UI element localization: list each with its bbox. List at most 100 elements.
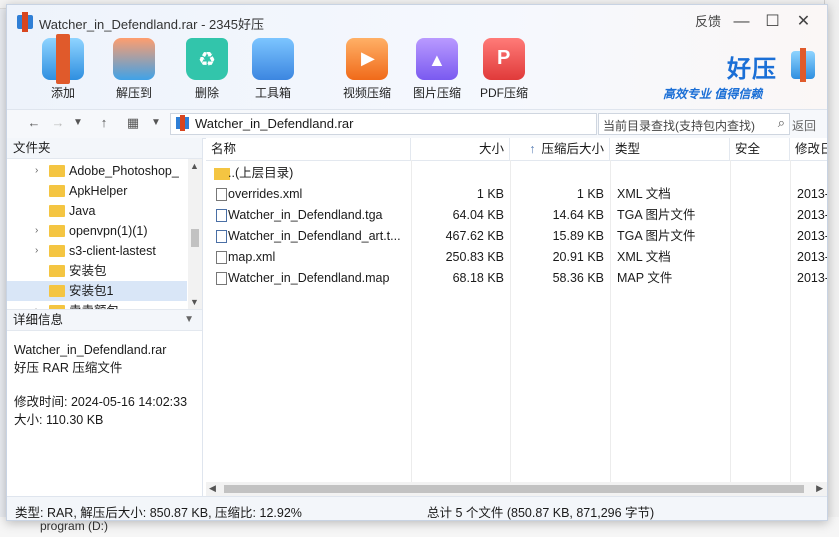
table-row[interactable]: overrides.xml 1 KB 1 KB XML 文档 2013-: [206, 184, 827, 205]
folder-icon: [49, 265, 65, 277]
tree-item-label: Java: [69, 204, 96, 218]
details-header[interactable]: 详细信息 ▼: [7, 309, 202, 331]
close-button[interactable]: ✕: [788, 11, 819, 33]
view-mode-icon[interactable]: ▦: [124, 115, 142, 131]
tree-item[interactable]: › Adobe_Photoshop_: [7, 161, 187, 181]
app-logo-icon: [17, 12, 33, 32]
search-icon[interactable]: ⌕: [778, 115, 785, 131]
forward-arrow-icon[interactable]: →: [49, 115, 67, 130]
table-row[interactable]: Watcher_in_Defendland_art.t... 467.62 KB…: [206, 226, 827, 247]
file-size: 467.62 KB: [445, 229, 504, 243]
file-type: TGA 图片文件: [617, 229, 696, 243]
file-type: TGA 图片文件: [617, 208, 696, 222]
column-size[interactable]: 大小: [411, 138, 510, 160]
scroll-down-icon[interactable]: ▼: [190, 297, 199, 307]
tree-scrollbar[interactable]: ▲ ▼: [188, 159, 202, 309]
brand-icon: [791, 48, 815, 82]
scroll-left-icon[interactable]: ◀: [209, 483, 216, 494]
tree-item-selected[interactable]: 安装包1: [7, 281, 187, 301]
tree-item[interactable]: Java: [7, 201, 187, 221]
folder-icon: [49, 205, 65, 217]
column-modified[interactable]: 修改日: [790, 138, 827, 160]
scroll-right-icon[interactable]: ▶: [816, 483, 823, 494]
toolbox-button[interactable]: 工具箱: [243, 35, 303, 101]
scroll-thumb[interactable]: [191, 229, 199, 247]
column-compressed-label: 压缩后大小: [541, 142, 604, 156]
pdf-compress-label: PDF压缩: [479, 86, 528, 100]
header: Watcher_in_Defendland.rar - 2345好压 反馈 — …: [7, 5, 827, 109]
image-file-icon: [216, 230, 227, 243]
folder-pane-header: 文件夹: [7, 138, 202, 159]
detail-size: 大小: 110.30 KB: [14, 413, 104, 427]
minimize-button[interactable]: —: [726, 11, 757, 33]
file-size: 64.04 KB: [452, 208, 504, 222]
view-dropdown-icon[interactable]: ▼: [147, 117, 165, 128]
column-header-row: 名称 大小 ↑ 压缩后大小 类型 安全 修改日: [206, 138, 827, 161]
status-archive-info: 类型: RAR, 解压后大小: 850.87 KB, 压缩比: 12.92%: [15, 506, 302, 520]
up-folder-icon[interactable]: ↑: [95, 115, 113, 130]
address-path: Watcher_in_Defendland.rar: [195, 116, 354, 131]
tree-item[interactable]: 安装包: [7, 261, 187, 281]
table-row[interactable]: ..(上层目录): [206, 163, 827, 184]
image-compress-button[interactable]: 图片压缩: [407, 35, 467, 101]
folder-tree: › Adobe_Photoshop_ ApkHelper Java › open…: [7, 159, 202, 309]
tree-item[interactable]: ApkHelper: [7, 181, 187, 201]
tree-item[interactable]: › openvpn(1)(1): [7, 221, 187, 241]
app-window: Watcher_in_Defendland.rar - 2345好压 反馈 — …: [6, 4, 828, 521]
file-name: Watcher_in_Defendland.map: [228, 271, 390, 285]
rar-file-icon: [176, 115, 189, 131]
pdf-compress-button[interactable]: PDF压缩: [474, 35, 534, 101]
image-icon: [416, 38, 458, 80]
delete-button[interactable]: 删除: [177, 35, 237, 101]
tree-item[interactable]: › s3-client-lastest: [7, 241, 187, 261]
folder-icon: [49, 185, 65, 197]
extract-button[interactable]: 解压到: [104, 35, 164, 101]
back-arrow-icon[interactable]: ←: [25, 115, 43, 130]
chevron-down-icon[interactable]: ▼: [184, 310, 194, 330]
search-input[interactable]: 当前目录查找(支持包内查找) ⌕: [598, 113, 790, 135]
brand-slogan: 高效专业 值得信赖: [663, 87, 763, 101]
address-bar[interactable]: Watcher_in_Defendland.rar: [170, 113, 597, 135]
title-bar: Watcher_in_Defendland.rar - 2345好压 反馈 — …: [7, 5, 827, 35]
scroll-thumb[interactable]: [224, 485, 804, 493]
file-name: ..(上层目录): [228, 166, 294, 180]
table-row[interactable]: map.xml 250.83 KB 20.91 KB XML 文档 2013-: [206, 247, 827, 268]
add-label: 添加: [50, 86, 75, 100]
expand-arrow-icon[interactable]: ›: [35, 161, 38, 181]
file-compressed-size: 58.36 KB: [552, 271, 604, 285]
sort-ascending-icon: ↑: [529, 142, 536, 156]
extract-icon: [113, 38, 155, 80]
column-name[interactable]: 名称: [206, 138, 411, 160]
add-button[interactable]: 添加: [33, 34, 93, 101]
add-archive-icon: [42, 34, 84, 84]
folder-icon: [49, 285, 65, 297]
detail-filetype: 好压 RAR 压缩文件: [14, 361, 123, 375]
column-type[interactable]: 类型: [610, 138, 730, 160]
tree-item[interactable]: › 卖卖额包: [7, 301, 187, 309]
file-modified: 2013-: [797, 271, 827, 285]
file-size: 68.18 KB: [452, 271, 504, 285]
file-modified: 2013-: [797, 187, 827, 201]
tree-item-label: Adobe_Photoshop_: [69, 164, 179, 178]
recycle-icon: [186, 38, 228, 80]
video-compress-button[interactable]: 视频压缩: [337, 35, 397, 101]
pdf-icon: [483, 38, 525, 80]
scroll-up-icon[interactable]: ▲: [190, 161, 199, 171]
file-modified: 2013-: [797, 229, 827, 243]
table-row[interactable]: Watcher_in_Defendland.map 68.18 KB 58.36…: [206, 268, 827, 289]
feedback-button[interactable]: 反馈: [690, 11, 726, 33]
expand-arrow-icon[interactable]: ›: [35, 301, 38, 309]
file-modified: 2013-: [797, 250, 827, 264]
return-button[interactable]: 返回: [792, 117, 816, 134]
maximize-button[interactable]: ☐: [757, 11, 788, 33]
table-row[interactable]: Watcher_in_Defendland.tga 64.04 KB 14.64…: [206, 205, 827, 226]
expand-arrow-icon[interactable]: ›: [35, 221, 38, 241]
column-compressed-size[interactable]: ↑ 压缩后大小: [510, 138, 610, 160]
image-compress-label: 图片压缩: [412, 86, 461, 100]
horizontal-scrollbar[interactable]: ◀ ▶: [206, 482, 827, 496]
file-type: XML 文档: [617, 187, 671, 201]
history-dropdown-icon[interactable]: ▼: [69, 117, 87, 128]
folder-icon: [49, 245, 65, 257]
expand-arrow-icon[interactable]: ›: [35, 241, 38, 261]
column-security[interactable]: 安全: [730, 138, 790, 160]
